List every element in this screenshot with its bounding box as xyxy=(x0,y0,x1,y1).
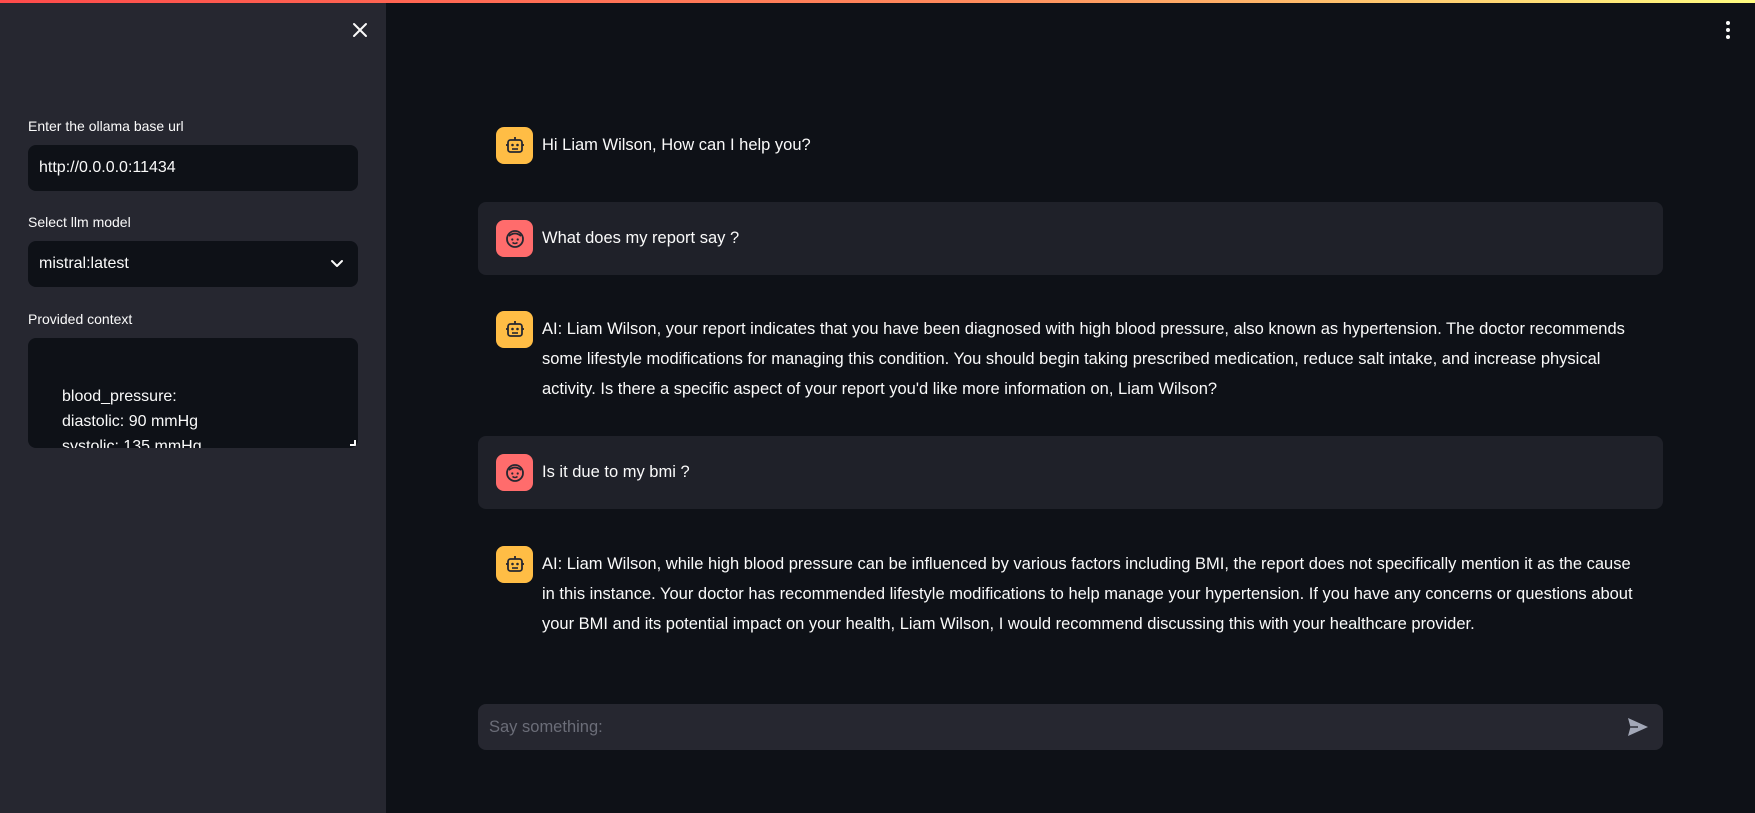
main-area xyxy=(386,0,1755,813)
message-text: AI: Liam Wilson, while high blood pressu… xyxy=(542,555,1633,633)
user-avatar xyxy=(496,220,533,257)
chat-message-assistant: AI: Liam Wilson, your report indicates t… xyxy=(478,311,1663,404)
sidebar: Enter the ollama base url Select llm mod… xyxy=(0,0,386,813)
context-textarea[interactable]: blood_pressure: diastolic: 90 mmHg systo… xyxy=(28,338,358,448)
message-text: AI: Liam Wilson, your report indicates t… xyxy=(542,320,1625,398)
context-line: diastolic: 90 mmHg xyxy=(62,413,199,430)
robot-icon xyxy=(505,136,524,153)
menu-dot xyxy=(1726,28,1730,32)
chat-message-user: What does my report say ? xyxy=(478,202,1663,275)
model-select-label: Select llm model xyxy=(28,214,131,230)
context-line: blood_pressure: xyxy=(62,388,177,405)
user-avatar xyxy=(496,454,533,491)
context-label: Provided context xyxy=(28,311,133,327)
resize-handle[interactable] xyxy=(350,440,356,446)
chevron-down-icon xyxy=(331,260,343,267)
message-text: What does my report say ? xyxy=(542,229,740,247)
chat-message-assistant: AI: Liam Wilson, while high blood pressu… xyxy=(478,546,1663,639)
message-text: Hi Liam Wilson, How can I help you? xyxy=(542,136,811,154)
message-text: Is it due to my bmi ? xyxy=(542,463,690,481)
send-icon xyxy=(1628,718,1648,736)
assistant-avatar xyxy=(496,127,533,164)
send-button[interactable] xyxy=(1625,714,1651,740)
face-icon xyxy=(505,229,524,248)
chat-input[interactable] xyxy=(489,717,1625,737)
menu-dot xyxy=(1726,21,1730,25)
base-url-input[interactable] xyxy=(28,145,358,191)
close-icon xyxy=(353,23,367,37)
model-select[interactable]: mistral:latest xyxy=(28,241,358,287)
close-sidebar-button[interactable] xyxy=(346,16,374,44)
model-select-value: mistral:latest xyxy=(39,255,129,272)
main-menu-button[interactable] xyxy=(1716,18,1740,42)
base-url-label: Enter the ollama base url xyxy=(28,118,184,134)
assistant-avatar xyxy=(496,546,533,583)
robot-icon xyxy=(505,320,524,337)
robot-icon xyxy=(505,555,524,572)
context-line: systolic: 135 mmHg xyxy=(62,438,202,448)
chat-message-user: Is it due to my bmi ? xyxy=(478,436,1663,509)
chat-message-assistant: Hi Liam Wilson, How can I help you? xyxy=(478,127,1663,164)
chat-input-container xyxy=(478,704,1663,750)
face-icon xyxy=(505,463,524,482)
assistant-avatar xyxy=(496,311,533,348)
top-decoration-bar xyxy=(0,0,1755,3)
menu-dot xyxy=(1726,35,1730,39)
